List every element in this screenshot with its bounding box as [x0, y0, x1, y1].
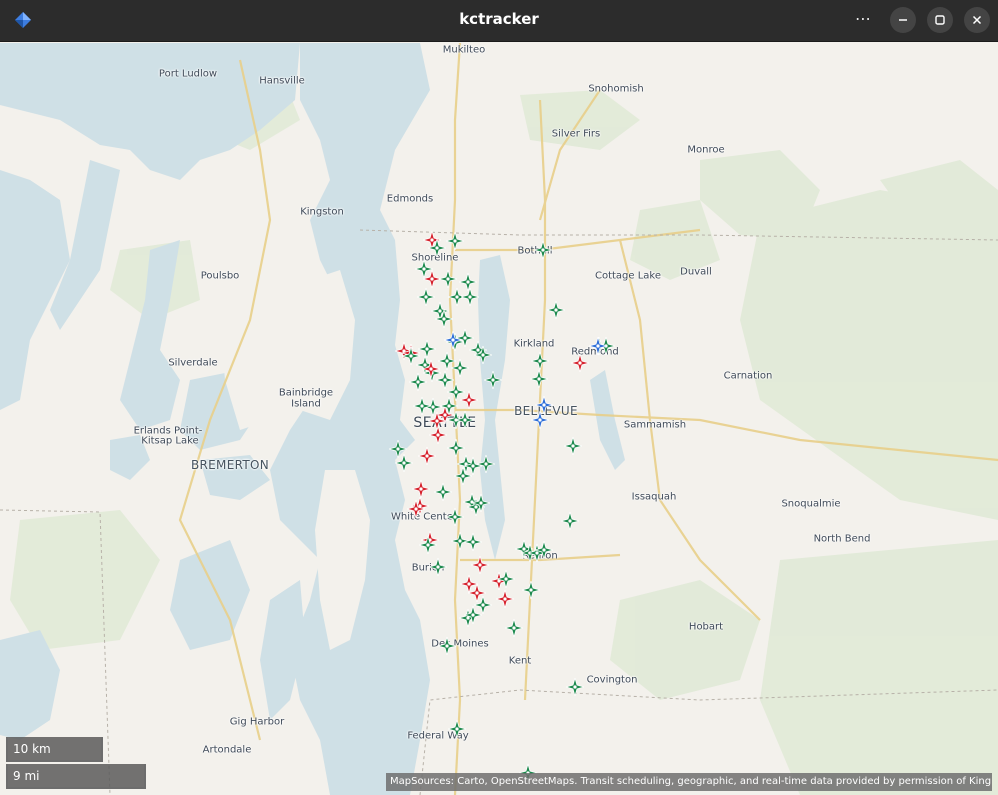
vehicle-marker-green[interactable] — [484, 371, 502, 389]
vehicle-marker-green[interactable] — [429, 558, 447, 576]
vehicle-marker-green[interactable] — [464, 533, 482, 551]
vehicle-marker-green[interactable] — [434, 483, 452, 501]
vehicle-marker-green[interactable] — [472, 494, 490, 512]
vehicle-marker-green[interactable] — [534, 241, 552, 259]
vehicle-marker-green[interactable] — [505, 619, 523, 637]
maximize-icon — [935, 15, 945, 25]
minimize-icon — [899, 19, 907, 21]
vehicle-marker-green[interactable] — [446, 508, 464, 526]
map-attribution: MapSources: Carto, OpenStreetMaps. Trans… — [386, 773, 992, 791]
window-title: kctracker — [459, 10, 539, 28]
vehicle-marker-blue[interactable] — [531, 411, 549, 429]
vehicle-marker-red[interactable] — [468, 584, 486, 602]
vehicle-marker-green[interactable] — [461, 288, 479, 306]
close-button[interactable] — [964, 7, 990, 33]
vehicle-marker-red[interactable] — [471, 556, 489, 574]
vehicle-marker-green[interactable] — [440, 397, 458, 415]
vehicle-marker-green[interactable] — [566, 678, 584, 696]
vehicle-marker-red[interactable] — [412, 480, 430, 498]
vehicle-marker-green[interactable] — [456, 411, 474, 429]
vehicle-marker-green[interactable] — [474, 346, 492, 364]
vehicle-marker-green[interactable] — [547, 301, 565, 319]
vehicle-marker-green[interactable] — [564, 437, 582, 455]
vehicle-marker-green[interactable] — [497, 570, 515, 588]
vehicle-marker-red[interactable] — [571, 354, 589, 372]
vehicle-marker-green[interactable] — [446, 232, 464, 250]
vehicle-marker-green[interactable] — [428, 239, 446, 257]
maximize-button[interactable] — [927, 7, 953, 33]
minimize-button[interactable] — [890, 7, 916, 33]
vehicle-marker-green[interactable] — [530, 370, 548, 388]
vehicle-markers-layer — [0, 43, 998, 795]
app-window: kctracker ⋯ Mukilteo Port Ludlow Hansvil… — [0, 0, 998, 795]
vehicle-marker-green[interactable] — [522, 581, 540, 599]
vehicle-marker-green[interactable] — [395, 454, 413, 472]
vehicle-marker-red[interactable] — [418, 447, 436, 465]
ellipsis-icon[interactable]: ⋯ — [850, 7, 876, 33]
scale-bar-mi: 9 mi — [6, 764, 146, 789]
vehicle-marker-green[interactable] — [435, 310, 453, 328]
app-logo-icon — [15, 12, 31, 28]
scale-bar-km: 10 km — [6, 737, 103, 762]
vehicle-marker-blue[interactable] — [444, 331, 462, 349]
vehicle-marker-green[interactable] — [448, 720, 466, 738]
vehicle-marker-red[interactable] — [496, 590, 514, 608]
close-icon — [972, 15, 982, 25]
vehicle-marker-green[interactable] — [419, 536, 437, 554]
vehicle-marker-green[interactable] — [531, 352, 549, 370]
vehicle-marker-red[interactable] — [407, 500, 425, 518]
vehicle-marker-green[interactable] — [464, 606, 482, 624]
vehicle-marker-red[interactable] — [460, 391, 478, 409]
vehicle-marker-red[interactable] — [422, 360, 440, 378]
vehicle-marker-green[interactable] — [535, 541, 553, 559]
vehicle-marker-green[interactable] — [561, 512, 579, 530]
title-bar[interactable]: kctracker ⋯ — [0, 0, 998, 42]
vehicle-marker-blue[interactable] — [589, 337, 607, 355]
vehicle-marker-green[interactable] — [402, 347, 420, 365]
vehicle-marker-green[interactable] — [438, 637, 456, 655]
vehicle-marker-green[interactable] — [439, 270, 457, 288]
vehicle-marker-green[interactable] — [454, 467, 472, 485]
